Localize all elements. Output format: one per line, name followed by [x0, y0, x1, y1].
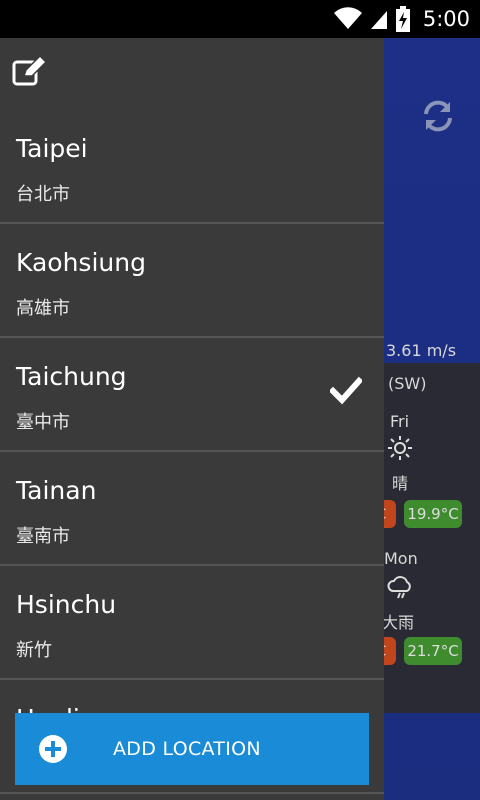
location-drawer: Taipei 台北市 Kaohsiung 高雄市 Taichung 臺中市 Ta… [0, 38, 384, 800]
checkmark-icon [330, 376, 362, 405]
location-name: Hsinchu [16, 590, 117, 619]
location-item-taichung[interactable]: Taichung 臺中市 [0, 338, 384, 452]
temp-pill: 19.9°C [404, 500, 462, 528]
location-subtitle: 高雄市 [16, 298, 70, 319]
location-name: Taichung [16, 362, 127, 391]
location-item-tainan[interactable]: Tainan 臺南市 [0, 452, 384, 566]
location-item-kaohsiung[interactable]: Kaohsiung 高雄市 [0, 224, 384, 338]
sun-icon [388, 436, 412, 460]
wind-speed: 3.61 m/s [386, 341, 457, 360]
signal-icon [370, 11, 387, 29]
location-subtitle: 臺南市 [16, 526, 70, 547]
wind-direction: (SW) [388, 374, 427, 393]
location-name: Tainan [16, 476, 97, 505]
wifi-icon [333, 7, 362, 29]
forecast-desc: 大雨 [382, 613, 415, 632]
location-subtitle: 新竹 [16, 640, 52, 661]
location-subtitle: 臺中市 [16, 412, 70, 433]
location-name: Taipei [16, 134, 88, 163]
refresh-icon[interactable] [420, 98, 456, 134]
battery-charging-icon [395, 6, 410, 32]
add-location-label: ADD LOCATION [113, 738, 261, 760]
temp-pill: 21.7°C [404, 637, 462, 665]
forecast-day: Fri [390, 412, 410, 431]
rain-cloud-icon [387, 576, 411, 599]
forecast-day: Mon [384, 549, 418, 568]
add-location-button[interactable]: ADD LOCATION [15, 713, 369, 785]
edit-icon[interactable] [12, 56, 46, 86]
plus-circle-icon [39, 735, 67, 763]
location-subtitle: 台北市 [16, 184, 70, 205]
forecast-desc: 晴 [392, 474, 409, 493]
location-list: Taipei 台北市 Kaohsiung 高雄市 Taichung 臺中市 Ta… [0, 110, 384, 794]
location-name: Kaohsiung [16, 248, 146, 277]
location-item-taipei[interactable]: Taipei 台北市 [0, 110, 384, 224]
location-item-hsinchu[interactable]: Hsinchu 新竹 [0, 566, 384, 680]
status-bar: 5:00 [0, 0, 480, 38]
clock: 5:00 [422, 7, 470, 31]
